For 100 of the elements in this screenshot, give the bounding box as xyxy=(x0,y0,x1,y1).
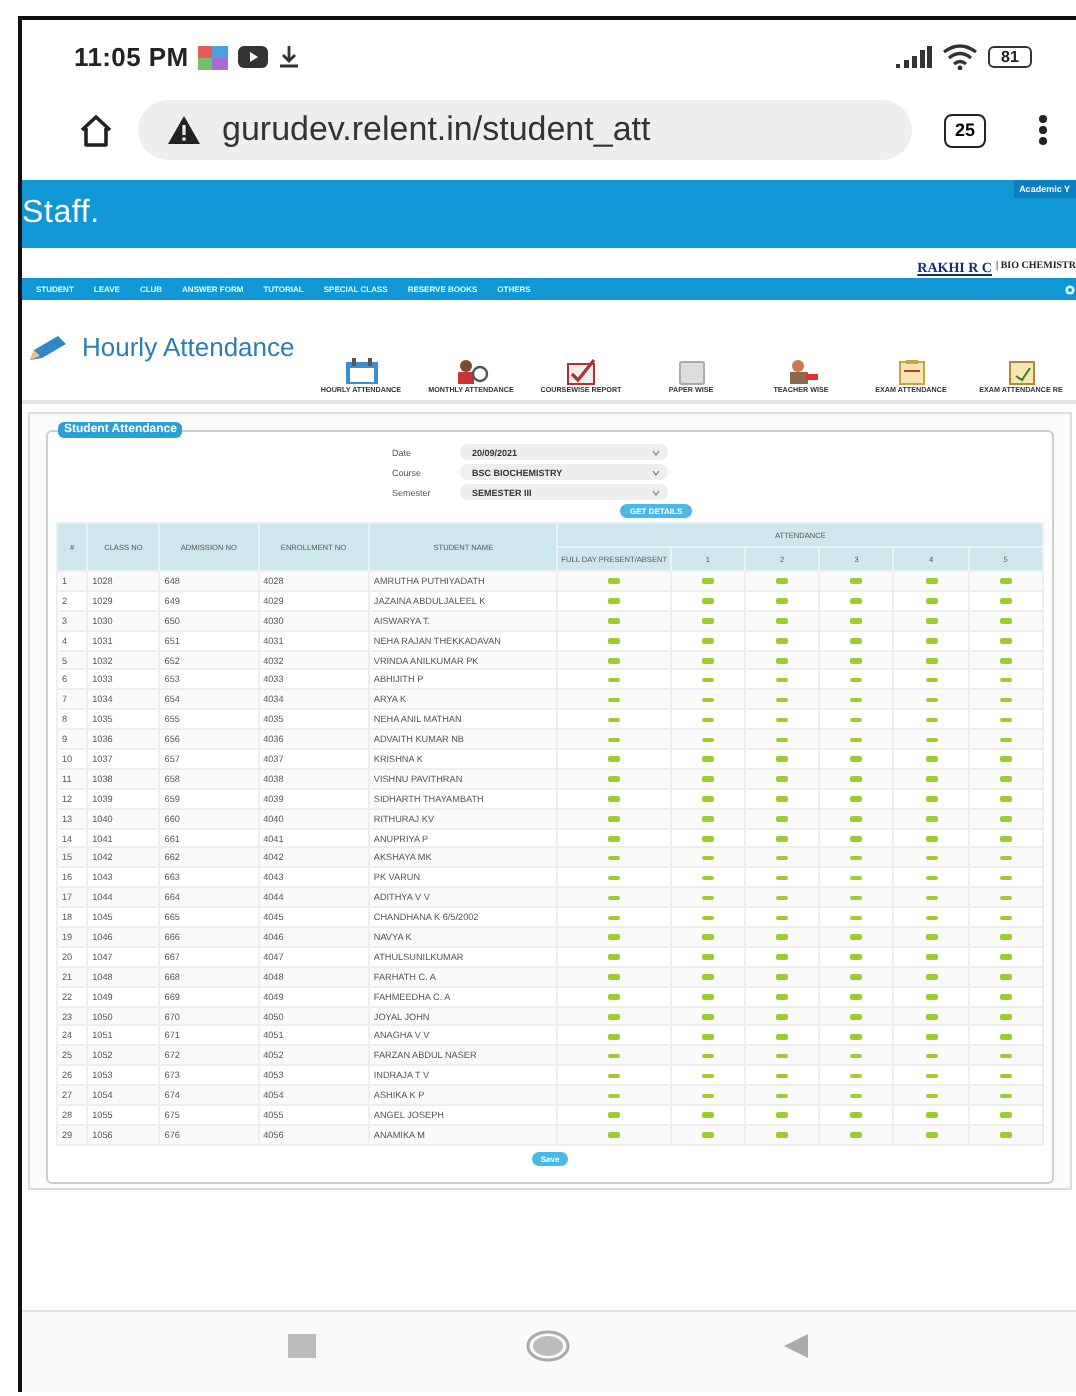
present-mark[interactable] xyxy=(999,1073,1012,1079)
present-mark[interactable] xyxy=(701,974,714,980)
present-mark[interactable] xyxy=(850,954,863,960)
back-icon[interactable] xyxy=(782,1332,811,1360)
present-mark[interactable] xyxy=(850,816,863,822)
home-icon[interactable] xyxy=(78,113,114,147)
tab-count-button[interactable]: 25 xyxy=(944,113,986,147)
present-mark[interactable] xyxy=(850,776,863,782)
present-mark[interactable] xyxy=(925,855,938,861)
present-mark[interactable] xyxy=(925,638,938,644)
present-mark[interactable] xyxy=(701,855,714,861)
present-mark[interactable] xyxy=(999,836,1012,842)
present-mark[interactable] xyxy=(776,796,789,802)
present-mark[interactable] xyxy=(850,855,863,861)
present-mark[interactable] xyxy=(999,697,1012,703)
present-mark[interactable] xyxy=(776,776,789,782)
present-mark[interactable] xyxy=(776,638,789,644)
present-mark[interactable] xyxy=(701,657,714,664)
present-mark[interactable] xyxy=(925,1033,938,1039)
present-mark[interactable] xyxy=(925,578,938,585)
present-mark[interactable] xyxy=(850,756,863,763)
present-mark[interactable] xyxy=(925,816,938,822)
present-mark[interactable] xyxy=(850,875,863,881)
present-mark[interactable] xyxy=(608,915,621,921)
present-mark[interactable] xyxy=(999,717,1012,723)
present-mark[interactable] xyxy=(850,836,863,842)
present-mark[interactable] xyxy=(999,954,1012,960)
present-mark[interactable] xyxy=(608,1073,621,1079)
present-mark[interactable] xyxy=(925,776,938,782)
present-mark[interactable] xyxy=(608,1033,621,1039)
present-mark[interactable] xyxy=(776,697,789,703)
present-mark[interactable] xyxy=(925,994,938,1000)
present-mark[interactable] xyxy=(776,578,789,585)
present-mark[interactable] xyxy=(701,638,714,644)
present-mark[interactable] xyxy=(701,717,714,723)
present-mark[interactable] xyxy=(850,717,863,723)
present-mark[interactable] xyxy=(999,657,1012,664)
present-mark[interactable] xyxy=(850,578,863,585)
present-mark[interactable] xyxy=(776,974,789,980)
present-mark[interactable] xyxy=(999,994,1012,1000)
settings-icon[interactable] xyxy=(1064,283,1076,295)
present-mark[interactable] xyxy=(999,895,1012,901)
present-mark[interactable] xyxy=(776,855,789,861)
present-mark[interactable] xyxy=(999,1053,1012,1059)
present-mark[interactable] xyxy=(701,598,714,604)
home-button-icon[interactable] xyxy=(526,1330,571,1362)
present-mark[interactable] xyxy=(850,1053,863,1059)
present-mark[interactable] xyxy=(850,657,863,664)
present-mark[interactable] xyxy=(850,598,863,604)
present-mark[interactable] xyxy=(850,1093,863,1099)
present-mark[interactable] xyxy=(701,1033,714,1039)
present-mark[interactable] xyxy=(850,677,863,683)
present-mark[interactable] xyxy=(925,974,938,980)
present-mark[interactable] xyxy=(701,1073,714,1079)
present-mark[interactable] xyxy=(776,618,789,624)
present-mark[interactable] xyxy=(608,974,621,980)
present-mark[interactable] xyxy=(776,677,789,683)
present-mark[interactable] xyxy=(776,934,789,941)
present-mark[interactable] xyxy=(608,677,621,683)
present-mark[interactable] xyxy=(701,1093,714,1099)
present-mark[interactable] xyxy=(925,756,938,763)
present-mark[interactable] xyxy=(850,1112,863,1119)
present-mark[interactable] xyxy=(608,756,621,763)
present-mark[interactable] xyxy=(999,578,1012,585)
present-mark[interactable] xyxy=(701,618,714,624)
present-mark[interactable] xyxy=(776,875,789,881)
present-mark[interactable] xyxy=(999,974,1012,980)
present-mark[interactable] xyxy=(776,1014,789,1020)
present-mark[interactable] xyxy=(776,737,789,743)
present-mark[interactable] xyxy=(925,1053,938,1059)
present-mark[interactable] xyxy=(925,717,938,723)
present-mark[interactable] xyxy=(776,717,789,723)
present-mark[interactable] xyxy=(999,776,1012,782)
present-mark[interactable] xyxy=(925,934,938,941)
present-mark[interactable] xyxy=(999,598,1012,604)
present-mark[interactable] xyxy=(850,618,863,624)
present-mark[interactable] xyxy=(999,756,1012,763)
present-mark[interactable] xyxy=(850,895,863,901)
present-mark[interactable] xyxy=(850,638,863,644)
present-mark[interactable] xyxy=(701,737,714,743)
present-mark[interactable] xyxy=(850,915,863,921)
present-mark[interactable] xyxy=(608,776,621,782)
present-mark[interactable] xyxy=(608,1014,621,1020)
present-mark[interactable] xyxy=(850,737,863,743)
present-mark[interactable] xyxy=(925,1014,938,1020)
present-mark[interactable] xyxy=(608,954,621,960)
present-mark[interactable] xyxy=(925,915,938,921)
present-mark[interactable] xyxy=(925,836,938,842)
present-mark[interactable] xyxy=(925,895,938,901)
present-mark[interactable] xyxy=(701,954,714,960)
present-mark[interactable] xyxy=(608,875,621,881)
present-mark[interactable] xyxy=(999,1093,1012,1099)
present-mark[interactable] xyxy=(608,855,621,861)
address-bar[interactable]: gurudev.relent.in/student_att xyxy=(138,100,912,160)
present-mark[interactable] xyxy=(850,934,863,941)
present-mark[interactable] xyxy=(701,875,714,881)
present-mark[interactable] xyxy=(608,618,621,624)
present-mark[interactable] xyxy=(776,915,789,921)
present-mark[interactable] xyxy=(925,1073,938,1079)
present-mark[interactable] xyxy=(701,776,714,782)
